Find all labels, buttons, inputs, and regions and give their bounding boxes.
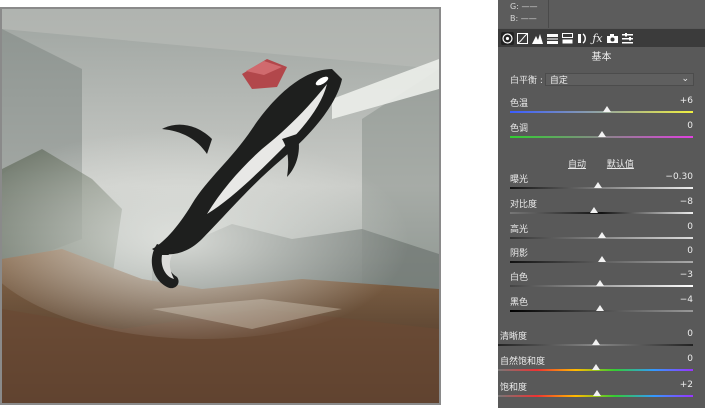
- contrast-track[interactable]: [510, 212, 693, 214]
- slider-thumb[interactable]: [595, 280, 604, 286]
- clarity-slider[interactable]: 清晰度 0: [498, 329, 693, 351]
- temperature-track[interactable]: [510, 111, 693, 113]
- highlights-slider[interactable]: 高光 0: [510, 222, 693, 244]
- slider-value[interactable]: 0: [653, 329, 693, 339]
- slider-thumb[interactable]: [595, 305, 604, 311]
- tint-slider[interactable]: 色调 0: [510, 121, 693, 143]
- white-balance-label: 白平衡 :: [510, 75, 543, 86]
- slider-label: 清晰度: [500, 332, 528, 342]
- white-balance-row: 白平衡 : 自定 ⌄: [510, 72, 694, 86]
- slider-thumb[interactable]: [591, 339, 600, 345]
- exposure-slider[interactable]: 曝光 −0.30: [510, 172, 693, 194]
- slider-thumb[interactable]: [602, 106, 611, 112]
- slider-label: 自然饱和度: [500, 357, 546, 367]
- slider-thumb[interactable]: [590, 207, 599, 213]
- slider-label: 曝光: [510, 175, 529, 185]
- auto-button[interactable]: 自动: [568, 160, 586, 170]
- slider-label: 高光: [510, 225, 529, 235]
- basic-icon[interactable]: [501, 31, 514, 45]
- slider-thumb[interactable]: [593, 182, 602, 188]
- panel-toolbar: ƒx: [498, 29, 705, 47]
- blue-readout: B: ——: [510, 14, 537, 23]
- rgb-readout: G: —— B: ——: [498, 0, 705, 28]
- whites-slider[interactable]: 白色 −3: [510, 270, 693, 292]
- slider-label: 对比度: [510, 200, 538, 210]
- slider-value[interactable]: 0: [653, 121, 693, 131]
- photo-preview: [0, 7, 441, 405]
- presets-icon[interactable]: [621, 32, 634, 45]
- slider-thumb[interactable]: [597, 232, 606, 238]
- composite-photo: [2, 9, 439, 403]
- slider-label: 色温: [510, 99, 529, 109]
- slider-label: 色调: [510, 124, 529, 134]
- slider-value[interactable]: 0: [653, 246, 693, 256]
- hsl-icon[interactable]: [546, 32, 559, 45]
- green-label: G:: [510, 2, 519, 11]
- slider-value[interactable]: −3: [653, 270, 693, 280]
- slider-value[interactable]: 0: [653, 222, 693, 232]
- contrast-slider[interactable]: 对比度 −8: [510, 197, 693, 219]
- slider-label: 饱和度: [500, 383, 528, 393]
- chevron-down-icon: ⌄: [681, 74, 689, 84]
- default-button[interactable]: 默认值: [607, 160, 634, 170]
- shadows-slider[interactable]: 阴影 0: [510, 246, 693, 268]
- detail-icon[interactable]: [531, 32, 544, 45]
- slider-value[interactable]: +6: [653, 96, 693, 106]
- split-toning-icon[interactable]: [561, 32, 574, 45]
- slider-value[interactable]: 0: [653, 354, 693, 364]
- slider-label: 黑色: [510, 298, 529, 308]
- slider-label: 白色: [510, 273, 529, 283]
- saturation-slider[interactable]: 饱和度 +2: [498, 380, 693, 402]
- blacks-slider[interactable]: 黑色 −4: [510, 295, 693, 317]
- slider-thumb[interactable]: [591, 364, 600, 370]
- green-value: ——: [521, 2, 538, 11]
- slider-value[interactable]: −0.30: [653, 172, 693, 182]
- slider-thumb[interactable]: [597, 131, 606, 137]
- green-readout: G: ——: [510, 2, 537, 11]
- slider-thumb[interactable]: [593, 390, 602, 396]
- temperature-slider[interactable]: 色温 +6: [510, 96, 693, 118]
- slider-value[interactable]: −4: [653, 295, 693, 305]
- vibrance-slider[interactable]: 自然饱和度 0: [498, 354, 693, 376]
- slider-value[interactable]: −8: [653, 197, 693, 207]
- camera-icon[interactable]: [606, 32, 619, 45]
- section-title: 基本: [591, 52, 612, 63]
- tone-curve-icon[interactable]: [516, 32, 529, 45]
- fx-icon[interactable]: ƒx: [591, 32, 604, 45]
- auto-default-row: 自动 默认值: [568, 157, 652, 170]
- slider-label: 阴影: [510, 249, 529, 259]
- lens-icon[interactable]: [576, 32, 589, 45]
- slider-value[interactable]: +2: [653, 380, 693, 390]
- white-balance-select[interactable]: 自定 ⌄: [544, 72, 694, 86]
- divider: [548, 0, 549, 28]
- slider-thumb[interactable]: [597, 256, 606, 262]
- blue-label: B:: [510, 14, 519, 23]
- white-balance-value: 自定: [549, 75, 568, 86]
- blue-value: ——: [520, 14, 537, 23]
- adjustment-panel: G: —— B: —— ƒx 基本 白平衡: 自定 ⌄ 色温 +6 色调 0 …: [498, 0, 705, 408]
